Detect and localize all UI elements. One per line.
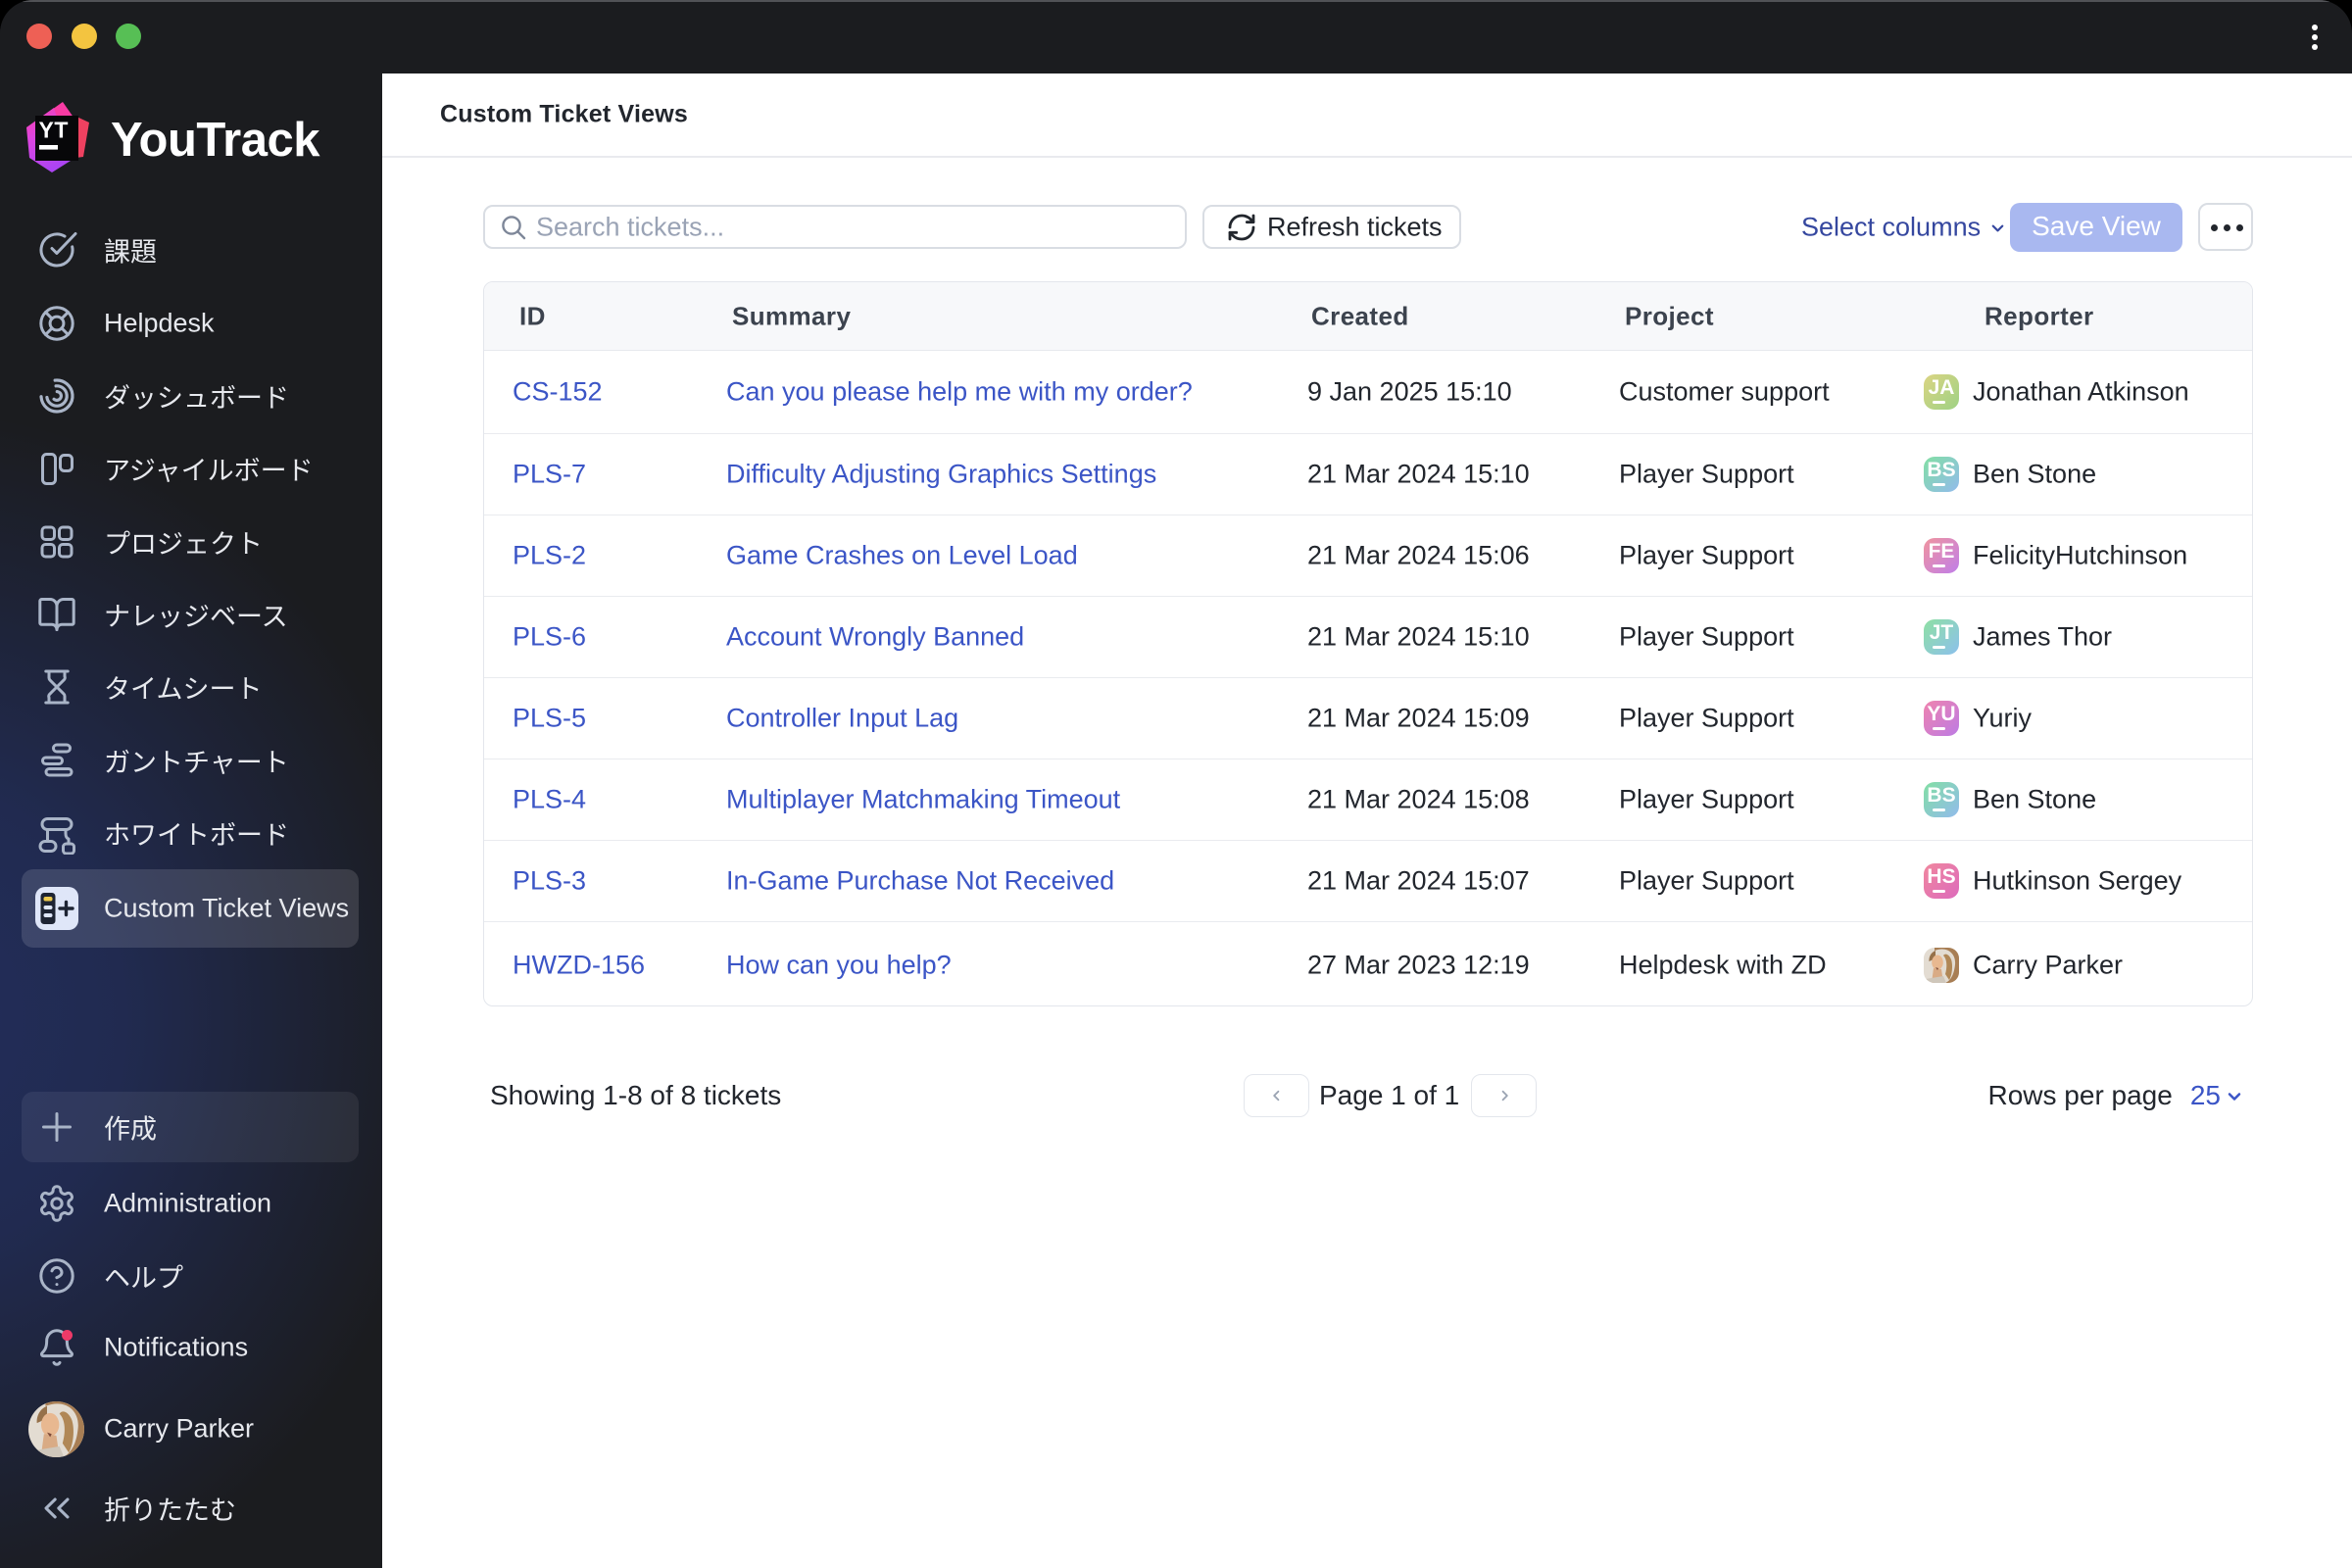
svg-text:YT: YT [39,118,69,143]
